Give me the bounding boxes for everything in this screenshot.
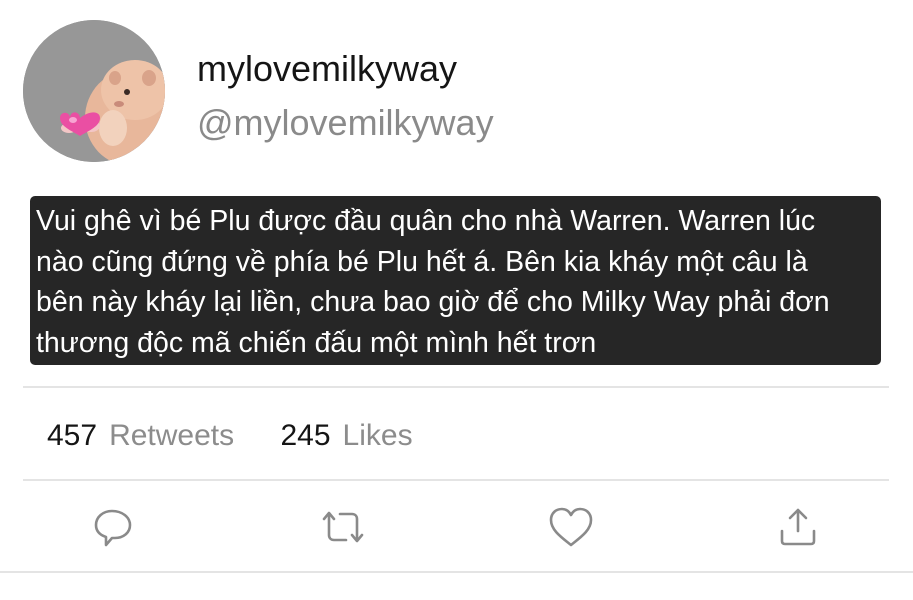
tweet-screen: mylovemilkyway @mylovemilkyway Vui ghê v… (0, 0, 913, 600)
tweet-stats: 457 Retweets 245 Likes (47, 417, 413, 455)
share-button[interactable] (773, 502, 823, 552)
retweet-button[interactable] (318, 502, 368, 552)
like-icon (549, 507, 593, 547)
display-name[interactable]: mylovemilkyway (197, 49, 457, 89)
likes-label: Likes (342, 419, 413, 452)
divider (23, 479, 889, 481)
likes-stat[interactable]: 245 Likes (280, 417, 412, 455)
user-handle[interactable]: @mylovemilkyway (197, 103, 494, 143)
tweet-body: Vui ghê vì bé Plu được đầu quân cho nhà … (30, 196, 881, 365)
reply-button[interactable] (89, 502, 139, 552)
reply-icon (94, 509, 132, 547)
avatar[interactable] (23, 20, 165, 162)
retweets-count: 457 (47, 419, 98, 452)
share-icon (780, 508, 816, 546)
hamster-avatar-image (23, 20, 165, 162)
like-button[interactable] (546, 502, 596, 552)
divider (0, 571, 913, 573)
likes-count: 245 (280, 419, 331, 452)
divider (23, 386, 889, 388)
tweet-text: Vui ghê vì bé Plu được đầu quân cho nhà … (36, 205, 830, 359)
retweet-icon (322, 511, 364, 543)
retweets-label: Retweets (109, 419, 235, 452)
retweets-stat[interactable]: 457 Retweets (47, 417, 234, 455)
